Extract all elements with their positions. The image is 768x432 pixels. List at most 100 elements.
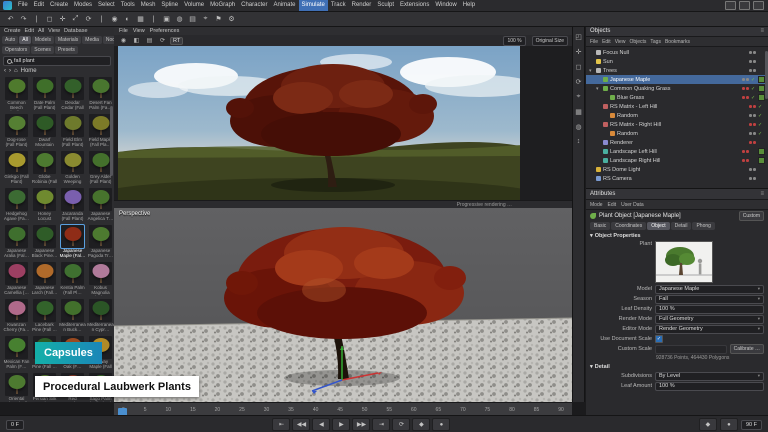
menu-item[interactable]: Create — [47, 0, 71, 11]
asset-item[interactable]: Mediterranean Buck… — [59, 299, 86, 336]
asset-item[interactable]: Japanese Aralia (Fal… — [3, 225, 30, 262]
visibility-dots[interactable] — [749, 60, 756, 63]
side-tool-icon[interactable]: ◍ — [574, 122, 583, 131]
expand-arrow-icon[interactable]: ▾ — [596, 86, 601, 92]
asset-item[interactable]: Lacebark Pine (Fall … — [31, 299, 58, 336]
transport-button[interactable]: ▶▶ — [352, 418, 370, 431]
side-tool-icon[interactable]: ⌖ — [574, 92, 583, 101]
enabled-check-icon[interactable]: ✓ — [758, 113, 763, 119]
asset-item[interactable]: Mediterranean Cypr… — [87, 299, 114, 336]
asset-item[interactable]: Oriental Plane (Fall … — [3, 373, 30, 402]
menu-item[interactable]: Animate — [270, 0, 298, 11]
objects-menu-item[interactable]: Bookmarks — [665, 39, 690, 45]
season-select[interactable]: Fall▾ — [655, 295, 764, 304]
toolbar-icon[interactable]: ↶ — [4, 14, 17, 25]
menu-item[interactable]: Character — [238, 0, 270, 11]
render-view-menu-item[interactable]: File — [119, 28, 128, 34]
object-row[interactable]: Landscape Right Hill — [586, 156, 768, 165]
toolbar-icon[interactable]: ▤ — [186, 14, 199, 25]
visibility-dots[interactable] — [749, 141, 756, 144]
material-tag-icon[interactable] — [758, 85, 765, 92]
visibility-dots[interactable] — [749, 105, 756, 108]
viewport-camera-label[interactable]: Perspective — [119, 211, 150, 217]
edit-menu[interactable]: Edit — [608, 202, 617, 208]
visibility-dots[interactable] — [749, 177, 756, 180]
asset-filter-chip[interactable]: All — [19, 36, 31, 44]
visibility-dots[interactable] — [749, 51, 756, 54]
transport-button[interactable]: ◀◀ — [292, 418, 310, 431]
attribute-tab[interactable]: Phong — [692, 222, 714, 230]
plant-preview-thumbnail[interactable] — [655, 241, 713, 283]
object-row[interactable]: Blue Grass ✓ — [586, 93, 768, 102]
asset-filter-chip[interactable]: Media — [82, 36, 102, 44]
asset-item[interactable]: Globe Robinia (Fall … — [31, 151, 58, 188]
toolbar-icon[interactable]: ⟳ — [82, 14, 95, 25]
visibility-dots[interactable] — [749, 114, 756, 117]
asset-item[interactable]: Japanese Larch (Fall… — [31, 262, 58, 299]
objects-tab[interactable]: Objects — [590, 28, 610, 34]
asset-item[interactable]: Hedgehog Agave (Fa… — [3, 188, 30, 225]
asset-item[interactable]: Ginkgo (Fall Plant) — [3, 151, 30, 188]
panel-menu-icon[interactable]: ≡ — [760, 28, 764, 34]
model-select[interactable]: Japanese Maple▾ — [655, 285, 764, 294]
mode-menu[interactable]: Mode — [590, 202, 603, 208]
enabled-check-icon[interactable]: ✓ — [758, 131, 763, 137]
asset-item[interactable]: Japanese Maple (Fal… — [59, 225, 86, 262]
render-mode-select[interactable]: Full Geometry▾ — [655, 315, 764, 324]
app-logo-icon[interactable] — [3, 1, 12, 10]
asset-search-input[interactable]: fall plant — [3, 56, 111, 66]
zoom-level-dropdown[interactable]: 100 % — [503, 36, 525, 46]
editor-mode-select[interactable]: Render Geometry▾ — [655, 325, 764, 334]
asset-item[interactable]: Kobus Magnolia (Fal… — [87, 262, 114, 299]
visibility-dots[interactable] — [742, 96, 749, 99]
asset-filter-chip[interactable]: Operators — [2, 46, 30, 54]
toolbar-icon[interactable]: ▦ — [134, 14, 147, 25]
side-tool-icon[interactable]: ◻ — [574, 62, 583, 71]
rendered-image[interactable] — [118, 46, 520, 200]
menu-item[interactable]: MoGraph — [207, 0, 238, 11]
object-row[interactable]: Focus Null — [586, 48, 768, 57]
menu-item[interactable]: Simulate — [299, 0, 328, 11]
rt-toggle-button[interactable]: RT — [170, 37, 183, 45]
menu-item[interactable]: Mesh — [138, 0, 159, 11]
menu-item[interactable]: Select — [95, 0, 118, 11]
menu-item[interactable]: File — [15, 0, 31, 11]
expand-arrow-icon[interactable]: ▾ — [589, 68, 594, 74]
menu-item[interactable]: Help — [460, 0, 478, 11]
asset-scrollbar[interactable] — [110, 106, 113, 176]
leaf-amount-field[interactable]: 100 % — [655, 382, 764, 391]
object-row[interactable]: Japanese Maple ✓ — [586, 75, 768, 84]
toolbar-icon[interactable]: | — [30, 14, 43, 25]
visibility-dots[interactable] — [749, 168, 756, 171]
object-row[interactable]: Random ✓ — [586, 111, 768, 120]
asset-item[interactable]: Golden Weeping Wil… — [59, 151, 86, 188]
snapshot-icon[interactable]: ◉ — [118, 36, 129, 45]
visibility-dots[interactable] — [749, 123, 756, 126]
menu-item[interactable]: Sculpt — [374, 0, 397, 11]
enabled-check-icon[interactable]: ✓ — [751, 95, 756, 101]
asset-item[interactable]: Japanese Angelica T… — [87, 188, 114, 225]
transport-button[interactable]: ▶ — [332, 418, 350, 431]
asset-item[interactable]: Honey Locust 'Sunb… — [31, 188, 58, 225]
object-row[interactable]: Renderer — [586, 138, 768, 147]
menu-item[interactable]: Modes — [71, 0, 95, 11]
attribute-tab[interactable]: Coordinates — [611, 222, 646, 230]
asset-item[interactable]: Japanese Black Pine… — [31, 225, 58, 262]
asset-item[interactable]: Deodar Cedar (Fall P… — [59, 77, 86, 114]
attributes-tab[interactable]: Attributes — [590, 191, 615, 197]
object-row[interactable]: Random ✓ — [586, 129, 768, 138]
objects-menu-item[interactable]: Tags — [650, 39, 661, 45]
calibrate-button[interactable]: Calibrate … — [730, 344, 764, 354]
section-detail[interactable]: ▾ Detail — [586, 362, 768, 371]
home-icon[interactable]: ⌂ — [14, 68, 18, 74]
asset-menu-item[interactable]: View — [48, 28, 60, 34]
asset-item[interactable]: Date Palm (Fall Plant) — [31, 77, 58, 114]
objects-menu-item[interactable]: File — [590, 39, 598, 45]
transport-button[interactable]: ◀ — [312, 418, 330, 431]
menu-item[interactable]: Volume — [181, 0, 207, 11]
toolbar-icon[interactable]: ◻ — [43, 14, 56, 25]
asset-item[interactable]: Dwarf Mountain Pin… — [31, 114, 58, 151]
render-view-menu-item[interactable]: Preferences — [150, 28, 180, 34]
asset-item[interactable]: Kwanzan Cherry (Fa… — [3, 299, 30, 336]
toolbar-icon[interactable]: ▣ — [160, 14, 173, 25]
